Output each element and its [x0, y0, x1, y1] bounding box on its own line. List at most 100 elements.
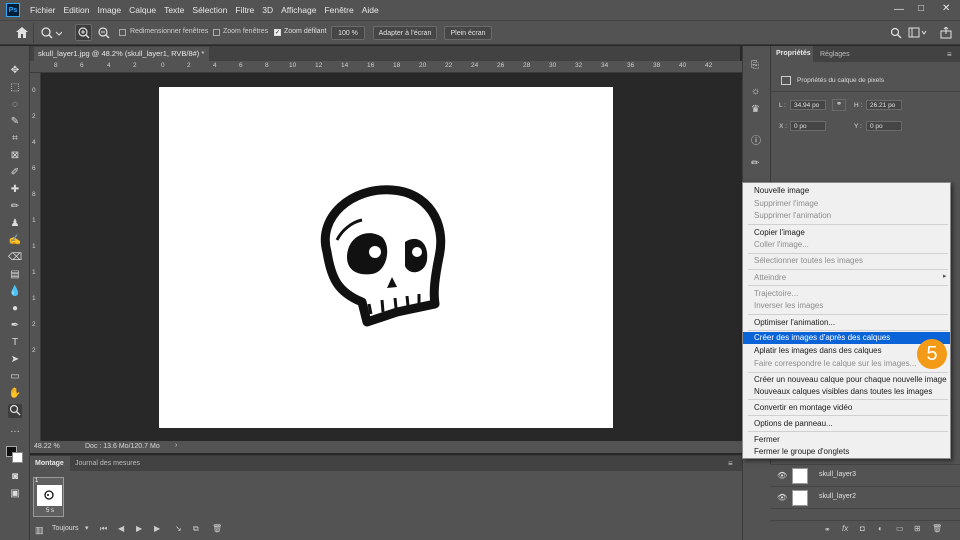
maximize-icon[interactable]: □ — [918, 3, 924, 14]
layer-row[interactable]: 👁 skull_layer3 — [770, 464, 960, 486]
fit-screen-button[interactable]: Adapter à l'écran — [373, 26, 437, 40]
history-brush-tool-icon[interactable]: ✍ — [8, 234, 22, 248]
new-group-icon[interactable]: ▭ — [896, 524, 904, 533]
workspace-icon[interactable] — [908, 27, 928, 41]
menu-item-selectionner-toutes[interactable]: Sélectionner toutes les images — [743, 255, 950, 267]
menu-item-atteindre[interactable]: Atteindre — [743, 272, 950, 284]
eraser-tool-icon[interactable]: ⌫ — [8, 251, 22, 265]
home-icon[interactable] — [15, 26, 29, 41]
blur-tool-icon[interactable]: 💧 — [8, 285, 22, 299]
visibility-eye-icon[interactable]: 👁 — [777, 471, 787, 480]
menu-item-fermer[interactable]: Fermer — [743, 434, 950, 446]
layer-name[interactable]: skull_layer3 — [819, 471, 856, 478]
menu-filtre[interactable]: Filtre — [231, 5, 258, 15]
timeline-menu-icon[interactable]: ≡ — [728, 459, 733, 468]
document-tab[interactable]: skull_layer1.jpg @ 48.2% (skull_layer1, … — [34, 47, 209, 67]
screen-mode-icon[interactable]: ▣ — [8, 487, 22, 501]
menu-selection[interactable]: Sélection — [188, 5, 231, 15]
info-icon[interactable]: ⓘ — [751, 132, 761, 147]
search-icon[interactable] — [890, 27, 902, 41]
menu-item-options-panneau[interactable]: Options de panneau... — [743, 418, 950, 430]
share-icon[interactable] — [940, 26, 952, 41]
properties-menu-icon[interactable]: ≡ — [947, 50, 952, 59]
quick-selection-tool-icon[interactable]: ✎ — [8, 115, 22, 129]
menu-aide[interactable]: Aide — [358, 5, 383, 15]
menu-calque[interactable]: Calque — [125, 5, 160, 15]
eyedropper-tool-icon[interactable]: ✐ — [8, 166, 22, 180]
close-window-icon[interactable]: ✕ — [942, 3, 950, 14]
menu-item-fermer-groupe-onglets[interactable]: Fermer le groupe d'onglets — [743, 446, 950, 458]
status-more-arrow-icon[interactable]: › — [175, 442, 177, 449]
background-color-swatch[interactable] — [12, 452, 23, 463]
photoshop-logo-icon[interactable]: Ps — [6, 3, 20, 17]
tab-journal-mesures[interactable]: Journal des mesures — [75, 460, 140, 467]
menu-item-convertir-montage-video[interactable]: Convertir en montage vidéo — [743, 402, 950, 414]
brush-settings-icon[interactable]: ✏ — [751, 158, 759, 169]
play-icon[interactable]: ▶ — [136, 524, 142, 533]
height-field[interactable]: 26.21 po — [866, 100, 902, 110]
layer-row-partial[interactable] — [770, 508, 960, 520]
add-mask-icon[interactable]: ◘ — [860, 524, 865, 533]
type-tool-icon[interactable]: T — [8, 336, 22, 350]
menu-item-supprimer-image[interactable]: Supprimer l'image — [743, 198, 950, 210]
tab-reglages[interactable]: Réglages — [820, 51, 850, 58]
menu-3d[interactable]: 3D — [258, 5, 277, 15]
menu-item-inverser-images[interactable]: Inverser les images — [743, 300, 950, 312]
hand-tool-icon[interactable]: ✋ — [8, 387, 22, 401]
menu-texte[interactable]: Texte — [160, 5, 188, 15]
zoom-tool-icon[interactable] — [8, 404, 22, 418]
menu-item-nouveaux-calques-visibles[interactable]: Nouveaux calques visibles dans toutes le… — [743, 386, 950, 398]
minimize-icon[interactable]: — — [894, 4, 904, 15]
first-frame-icon[interactable]: ⏮ — [100, 524, 107, 534]
loop-dropdown-icon[interactable]: ▾ — [85, 524, 89, 532]
y-field[interactable]: 0 po — [866, 121, 902, 131]
brightness-icon[interactable]: ☼ — [751, 86, 760, 97]
previous-frame-icon[interactable]: ◀ — [118, 524, 124, 533]
marquee-tool-icon[interactable]: ⬚ — [8, 81, 22, 95]
adjustment-layer-icon[interactable]: ◐ — [878, 524, 883, 533]
next-frame-icon[interactable]: ▶ — [154, 524, 160, 533]
healing-brush-tool-icon[interactable]: ✚ — [8, 183, 22, 197]
clone-stamp-tool-icon[interactable]: ♟ — [8, 217, 22, 231]
link-dimensions-icon[interactable]: ⚭ — [832, 99, 846, 111]
tab-proprietes[interactable]: Propriétés — [771, 46, 813, 62]
lasso-tool-icon[interactable]: ◌ — [8, 98, 22, 112]
checkbox-scrubby-zoom[interactable]: ✓ — [274, 29, 281, 36]
menu-item-trajectoire[interactable]: Trajectoire... — [743, 288, 950, 300]
duplicate-frame-icon[interactable]: ⧉ — [193, 524, 199, 534]
brush-tool-icon[interactable]: ✏ — [8, 200, 22, 214]
document-canvas[interactable] — [159, 87, 613, 428]
menu-fichier[interactable]: Fichier — [26, 5, 60, 15]
levels-icon[interactable]: ♛ — [751, 104, 760, 115]
menu-fenetre[interactable]: Fenêtre — [320, 5, 357, 15]
loop-select[interactable]: Toujours — [52, 525, 78, 532]
link-layers-icon[interactable]: ⚭ — [824, 525, 831, 534]
dodge-tool-icon[interactable]: ● — [8, 302, 22, 316]
tween-icon[interactable]: ↘ — [175, 524, 182, 533]
tab-montage[interactable]: Montage — [30, 456, 70, 471]
frame-delay[interactable]: 5 s — [46, 508, 54, 514]
move-tool-icon[interactable]: ✥ — [8, 64, 22, 78]
menu-edition[interactable]: Edition — [60, 5, 94, 15]
rectangle-tool-icon[interactable]: ▭ — [8, 370, 22, 384]
crop-tool-icon[interactable]: ⌗ — [8, 132, 22, 146]
checkbox-zoom-windows[interactable] — [213, 29, 220, 36]
checkbox-resize-windows[interactable] — [119, 29, 126, 36]
menu-item-optimiser-animation[interactable]: Optimiser l'animation... — [743, 317, 950, 329]
quick-mask-icon[interactable]: ◙ — [8, 470, 22, 484]
convert-timeline-icon[interactable]: ▥ — [35, 525, 44, 536]
history-icon[interactable]: ⎘ — [751, 60, 759, 71]
menu-item-copier-image[interactable]: Copier l'image — [743, 227, 950, 239]
fill-screen-button[interactable]: Plein écran — [444, 26, 492, 40]
menu-affichage[interactable]: Affichage — [277, 5, 320, 15]
zoom-100-button[interactable]: 100 % — [331, 26, 365, 40]
menu-item-coller-image[interactable]: Coller l'image... — [743, 239, 950, 251]
menu-item-supprimer-animation[interactable]: Supprimer l'animation — [743, 210, 950, 222]
layer-name[interactable]: skull_layer2 — [819, 493, 856, 500]
new-layer-icon[interactable]: ⊞ — [914, 524, 921, 533]
layer-style-icon[interactable]: fx — [842, 524, 848, 533]
visibility-eye-icon[interactable]: 👁 — [777, 493, 787, 502]
zoom-out-button[interactable] — [96, 25, 111, 42]
status-doc-size[interactable]: Doc : 13.6 Mo/120.7 Mo — [85, 443, 160, 450]
delete-layer-icon[interactable]: 🗑 — [932, 524, 942, 533]
